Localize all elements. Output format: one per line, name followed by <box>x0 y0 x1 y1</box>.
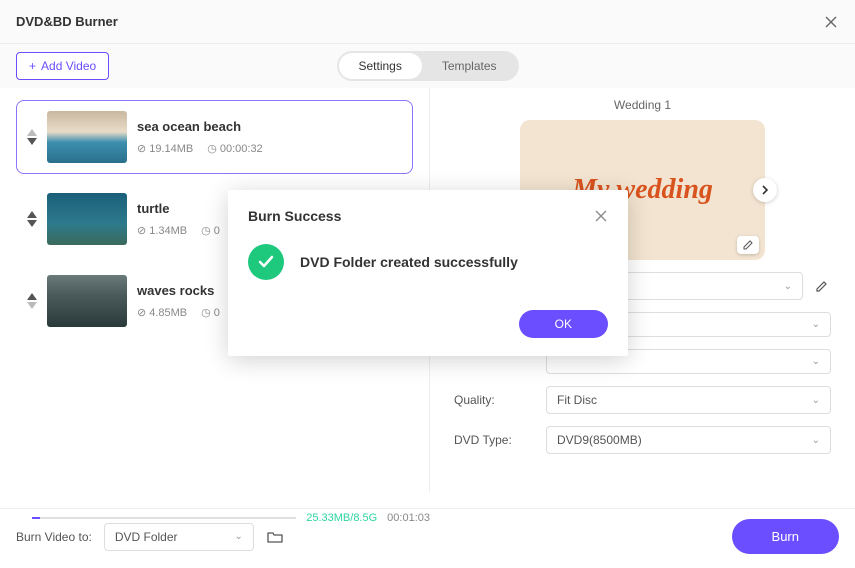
tab-group: Settings Templates <box>336 51 518 81</box>
video-thumbnail <box>47 193 127 245</box>
modal-header: Burn Success <box>248 208 608 224</box>
burn-to-label: Burn Video to: <box>16 530 92 544</box>
video-size: 19.14MB <box>149 143 193 155</box>
toolbar: + Add Video Settings Templates <box>0 44 855 88</box>
clock-icon: ◷ <box>201 224 211 237</box>
select-value: DVD9(8500MB) <box>557 433 642 447</box>
select-value: Fit Disc <box>557 393 597 407</box>
add-video-button[interactable]: + Add Video <box>16 52 109 80</box>
reorder-controls <box>27 129 37 145</box>
add-video-label: Add Video <box>41 59 96 73</box>
burn-target-select[interactable]: DVD Folder ⌄ <box>104 523 254 551</box>
dvdtype-select[interactable]: DVD9(8500MB) ⌄ <box>546 426 831 454</box>
move-up-icon[interactable] <box>27 211 37 218</box>
modal-footer: OK <box>248 310 608 338</box>
tab-settings[interactable]: Settings <box>338 53 421 79</box>
chevron-down-icon: ⌄ <box>812 395 820 406</box>
chevron-down-icon: ⌄ <box>812 319 820 330</box>
move-down-icon[interactable] <box>27 220 37 227</box>
video-thumbnail <box>47 275 127 327</box>
disc-icon: ⊘ <box>137 142 146 155</box>
modal-body: DVD Folder created successfully <box>248 244 608 280</box>
video-size: 4.85MB <box>149 307 187 319</box>
quality-select[interactable]: Fit Disc ⌄ <box>546 386 831 414</box>
video-thumbnail <box>47 111 127 163</box>
usage-progress <box>32 517 296 519</box>
template-name: Wedding 1 <box>454 98 831 112</box>
close-icon[interactable] <box>823 14 839 30</box>
video-duration: 0 <box>214 225 220 237</box>
burn-success-modal: Burn Success DVD Folder created successf… <box>228 190 628 356</box>
video-size: 1.34MB <box>149 225 187 237</box>
video-title: sea ocean beach <box>137 119 402 134</box>
plus-icon: + <box>29 59 36 73</box>
form-row-quality: Quality: Fit Disc ⌄ <box>454 386 831 414</box>
pencil-icon[interactable] <box>813 277 831 295</box>
video-item[interactable]: sea ocean beach ⊘ 19.14MB ◷ 00:00:32 <box>16 100 413 174</box>
next-template-button[interactable] <box>753 178 777 202</box>
reorder-controls <box>27 293 37 309</box>
modal-message: DVD Folder created successfully <box>300 254 518 270</box>
video-meta: sea ocean beach ⊘ 19.14MB ◷ 00:00:32 <box>137 119 402 155</box>
dvdtype-label: DVD Type: <box>454 433 536 447</box>
checkmark-icon <box>248 244 284 280</box>
disc-icon: ⊘ <box>137 224 146 237</box>
move-down-icon[interactable] <box>27 138 37 145</box>
close-icon[interactable] <box>594 209 608 223</box>
select-value: DVD Folder <box>115 530 178 544</box>
usage-progress-fill <box>32 517 40 519</box>
burn-button[interactable]: Burn <box>732 519 839 554</box>
disc-icon: ⊘ <box>137 306 146 319</box>
chevron-down-icon: ⌄ <box>784 281 792 292</box>
move-down-icon[interactable] <box>27 302 37 309</box>
chevron-down-icon: ⌄ <box>812 435 820 446</box>
video-stats: ⊘ 19.14MB ◷ 00:00:32 <box>137 142 402 155</box>
clock-icon: ◷ <box>201 306 211 319</box>
usage-size: 25.33MB/8.5G <box>306 512 377 524</box>
modal-title: Burn Success <box>248 208 341 224</box>
header: DVD&BD Burner <box>0 0 855 44</box>
folder-icon[interactable] <box>266 528 284 546</box>
total-duration: 00:01:03 <box>387 512 430 524</box>
chevron-down-icon: ⌄ <box>234 531 242 542</box>
tab-templates[interactable]: Templates <box>422 53 517 79</box>
ok-button[interactable]: OK <box>519 310 608 338</box>
clock-icon: ◷ <box>207 142 217 155</box>
edit-template-button[interactable] <box>737 236 759 254</box>
chevron-down-icon: ⌄ <box>812 356 820 367</box>
video-duration: 00:00:32 <box>220 143 263 155</box>
video-duration: 0 <box>214 307 220 319</box>
quality-label: Quality: <box>454 393 536 407</box>
app-title: DVD&BD Burner <box>16 14 823 29</box>
form-row-dvdtype: DVD Type: DVD9(8500MB) ⌄ <box>454 426 831 454</box>
move-up-icon[interactable] <box>27 129 37 136</box>
move-up-icon[interactable] <box>27 293 37 300</box>
reorder-controls <box>27 211 37 227</box>
